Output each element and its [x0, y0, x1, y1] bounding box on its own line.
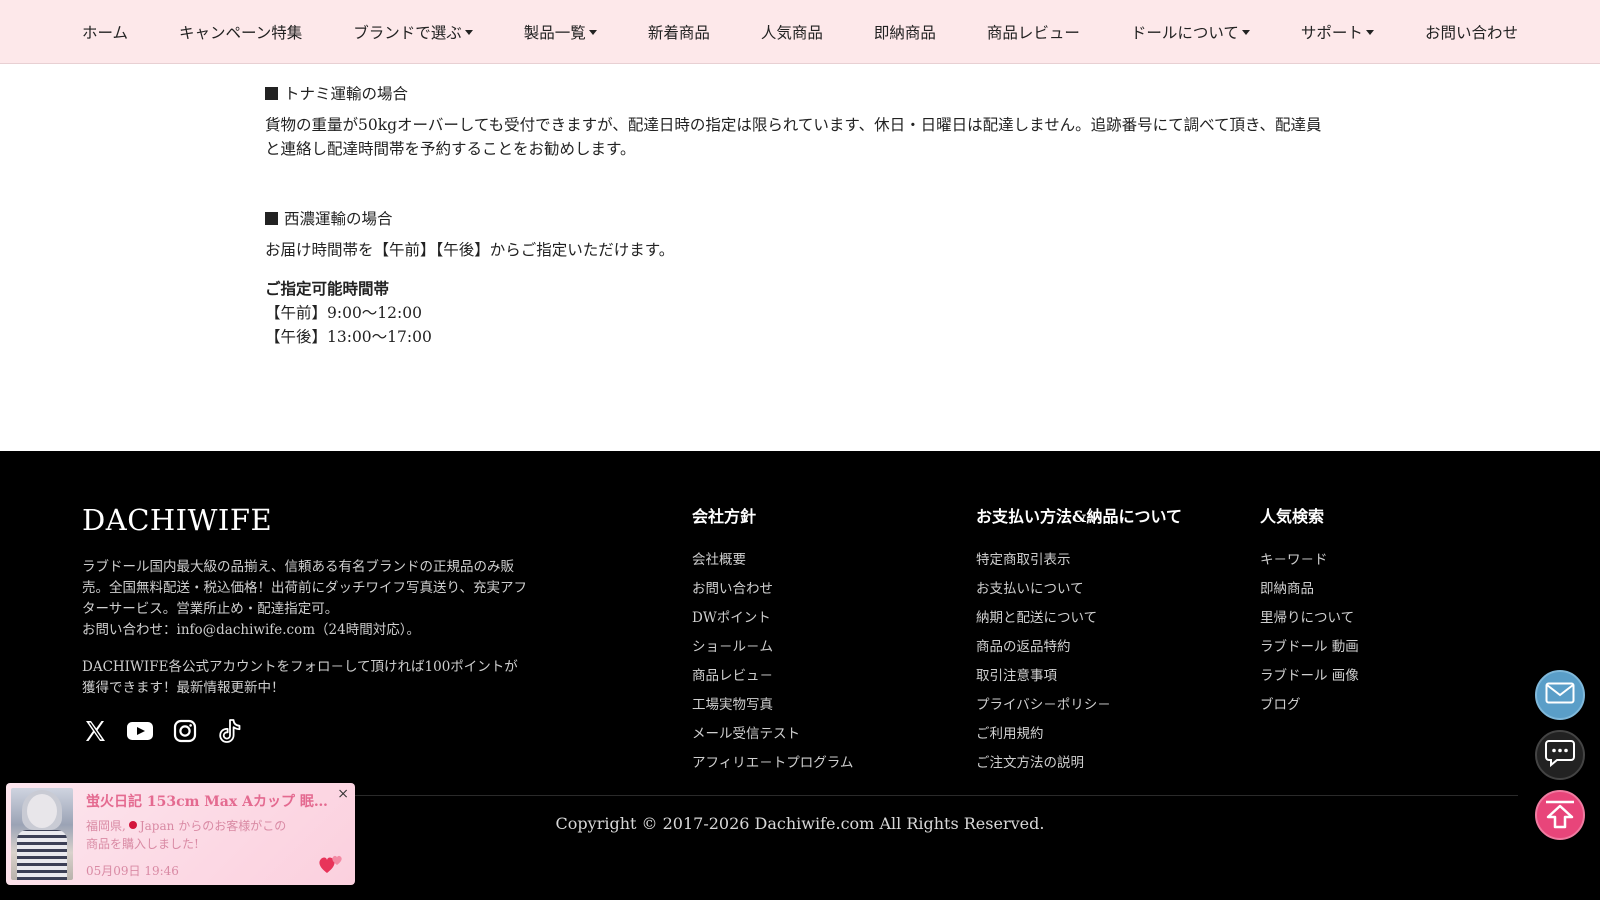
- time-slots-heading: ご指定可能時間帯: [265, 279, 390, 298]
- nav-item-label: サポート: [1300, 23, 1363, 42]
- nav-item[interactable]: 製品一覧: [524, 21, 597, 43]
- footer-link[interactable]: 里帰りについて: [1260, 606, 1359, 635]
- youtube-icon[interactable]: [127, 718, 153, 744]
- caret-down-icon: [1241, 29, 1250, 35]
- footer-link[interactable]: キ－ワ－ド: [1260, 548, 1359, 577]
- nav-list: ホーム キャンペーン特集 ブランドで選ぶ 製品一覧 新着商品 人気商品 即納商品 商品レビュー…: [82, 21, 1518, 43]
- japan-flag-icon: [128, 821, 137, 829]
- caret-down-icon: [464, 29, 473, 35]
- time-slot-am: 【午前】9:00～12:00: [265, 304, 422, 322]
- toast-message: 福岡県, Japan からのお客様がこの商品を購入しました!: [86, 817, 296, 853]
- caret-down-icon: [1365, 29, 1374, 35]
- footer-follow-text: DACHIWIFE各公式アカウントをフォロ－して頂ければ100ポイントが獲得でき…: [82, 659, 518, 696]
- footer-description: ラブドール国内最大級の品揃え、信頼ある有名ブランドの正規品のみ販売。全国無料配送…: [82, 557, 527, 641]
- tonami-body: 貨物の重量が50kgオーバーしても受付できますが、配達日時の指定は限られています…: [265, 116, 1322, 158]
- mail-icon: [1545, 682, 1575, 708]
- nav-item[interactable]: ドールについて: [1131, 21, 1250, 43]
- footer-link[interactable]: 取引注意事項: [976, 664, 1182, 693]
- footer-link[interactable]: プライバシ－ポリシ－: [976, 693, 1182, 722]
- footer-column-title: 人気検索: [1260, 507, 1325, 526]
- nav-item[interactable]: 人気商品: [761, 21, 823, 43]
- nav-item-label: キャンペーン特集: [179, 23, 303, 42]
- nav-item-label: 製品一覧: [523, 23, 586, 42]
- footer-link[interactable]: ブログ: [1260, 693, 1359, 722]
- footer-link[interactable]: 商品の返品特約: [976, 635, 1182, 664]
- footer-link[interactable]: ラブドール 画像: [1260, 664, 1359, 693]
- nav-item[interactable]: サポート: [1301, 21, 1374, 43]
- seino-title: 西濃運輸の場合: [284, 210, 393, 228]
- footer-description-text: ラブドール国内最大級の品揃え、信頼ある有名ブランドの正規品のみ販売。全国無料配送…: [82, 559, 527, 617]
- footer-links: 特定商取引表示 お支払いについて 納期と配送について 商品の返品特約 取引注意事項 プライ…: [976, 548, 1182, 780]
- footer-link[interactable]: DWポイント: [692, 606, 853, 635]
- square-bullet-icon: [265, 211, 278, 225]
- toast-date: 05月09日 19:46: [86, 864, 179, 878]
- seino-section: 西濃運輸の場合: [265, 207, 393, 229]
- footer-column-title: お支払い方法&納品について: [976, 507, 1182, 526]
- back-to-top-icon: [1543, 796, 1577, 834]
- nav-item-label: 人気商品: [760, 23, 823, 42]
- top-navigation: ホーム キャンペーン特集 ブランドで選ぶ 製品一覧 新着商品 人気商品 即納商品 商品レビュー…: [0, 0, 1600, 64]
- chat-icon: [1545, 739, 1575, 771]
- hearts-icon: [317, 851, 345, 881]
- nav-item[interactable]: 新着商品: [648, 21, 710, 43]
- x-icon[interactable]: [82, 718, 108, 744]
- footer-link[interactable]: 会社概要: [692, 548, 853, 577]
- seino-body: お届け時間帯を【午前】【午後】からご指定いただけます。: [265, 241, 675, 259]
- tiktok-icon[interactable]: [217, 718, 243, 744]
- nav-item-label: ブランドで選ぶ: [353, 23, 462, 42]
- square-bullet-icon: [265, 86, 278, 100]
- toast-location: 福岡県,: [86, 819, 126, 833]
- nav-item-label: ホーム: [82, 23, 129, 42]
- nav-item-label: ドールについて: [1130, 23, 1239, 42]
- nav-item[interactable]: 商品レビュー: [987, 21, 1080, 43]
- product-thumbnail[interactable]: [11, 788, 73, 880]
- caret-down-icon: [588, 29, 597, 35]
- nav-item[interactable]: キャンペーン特集: [179, 21, 302, 43]
- tonami-title-row: トナミ運輸の場合: [265, 82, 408, 104]
- close-icon[interactable]: ×: [337, 787, 349, 801]
- nav-item[interactable]: お問い合わせ: [1425, 21, 1518, 43]
- footer-contact-text: お問い合わせ：info@dachiwife.com（24時間対応）。: [82, 622, 420, 638]
- footer-column-title: 会社方針: [692, 507, 757, 526]
- time-slot-pm: 【午後】13:00～17:00: [265, 328, 432, 346]
- nav-item-label: 商品レビュー: [986, 23, 1080, 42]
- footer-link[interactable]: ラブドール 動画: [1260, 635, 1359, 664]
- footer-link[interactable]: 即納商品: [1260, 577, 1359, 606]
- purchase-notification-toast[interactable]: 蛍火日記 153cm Max Aカップ 眠り目 ... × 福岡県, Japan …: [6, 783, 355, 885]
- footer-link[interactable]: ご利用規約: [976, 722, 1182, 751]
- chat-button[interactable]: [1535, 730, 1585, 780]
- nav-item-label: 新着商品: [647, 23, 710, 42]
- footer-brand-logo[interactable]: DACHIWIFE: [82, 503, 272, 537]
- footer-link[interactable]: アフィリエ－トプログラム: [692, 751, 853, 780]
- toast-product-title[interactable]: 蛍火日記 153cm Max Aカップ 眠り目 ...: [86, 791, 334, 811]
- footer-link[interactable]: ショ－ル－ム: [692, 635, 853, 664]
- mail-button[interactable]: [1535, 670, 1585, 720]
- footer-link[interactable]: メール受信テスト: [692, 722, 853, 751]
- tonami-section: トナミ運輸の場合: [265, 82, 408, 104]
- footer-link[interactable]: お問い合わせ: [692, 577, 853, 606]
- instagram-icon[interactable]: [172, 718, 198, 744]
- nav-item-label: お問い合わせ: [1424, 23, 1518, 42]
- toast-country: Japan: [139, 819, 175, 833]
- footer-link[interactable]: 工場実物写真: [692, 693, 853, 722]
- nav-item[interactable]: 即納商品: [874, 21, 936, 43]
- footer-links: 会社概要 お問い合わせ DWポイント ショ－ル－ム 商品レビュ－ 工場実物写真 メール受信テ…: [692, 548, 853, 780]
- footer-column-company: 会社方針 会社概要 お問い合わせ DWポイント ショ－ル－ム 商品レビュ－ 工場実物写真メ…: [692, 503, 853, 780]
- nav-item-label: 即納商品: [873, 23, 936, 42]
- seino-title-row: 西濃運輸の場合: [265, 207, 393, 229]
- footer-link[interactable]: ご注文方法の説明: [976, 751, 1182, 780]
- footer-column-payment: お支払い方法&納品について 特定商取引表示 お支払いについて 納期と配送について 商品…: [976, 503, 1182, 780]
- tonami-title: トナミ運輸の場合: [284, 85, 409, 103]
- footer-link[interactable]: 特定商取引表示: [976, 548, 1182, 577]
- footer-link[interactable]: 商品レビュ－: [692, 664, 853, 693]
- footer-column-popular: 人気検索 キ－ワ－ド 即納商品 里帰りについて ラブドール 動画 ラブドール 画像 ブログ: [1260, 503, 1359, 722]
- back-to-top-button[interactable]: [1535, 790, 1585, 840]
- nav-item[interactable]: ホーム: [82, 21, 128, 43]
- footer-link[interactable]: お支払いについて: [976, 577, 1182, 606]
- nav-item[interactable]: ブランドで選ぶ: [353, 21, 473, 43]
- footer-links: キ－ワ－ド 即納商品 里帰りについて ラブドール 動画 ラブドール 画像 ブログ: [1260, 548, 1359, 722]
- social-links: [82, 718, 243, 744]
- footer-link[interactable]: 納期と配送について: [976, 606, 1182, 635]
